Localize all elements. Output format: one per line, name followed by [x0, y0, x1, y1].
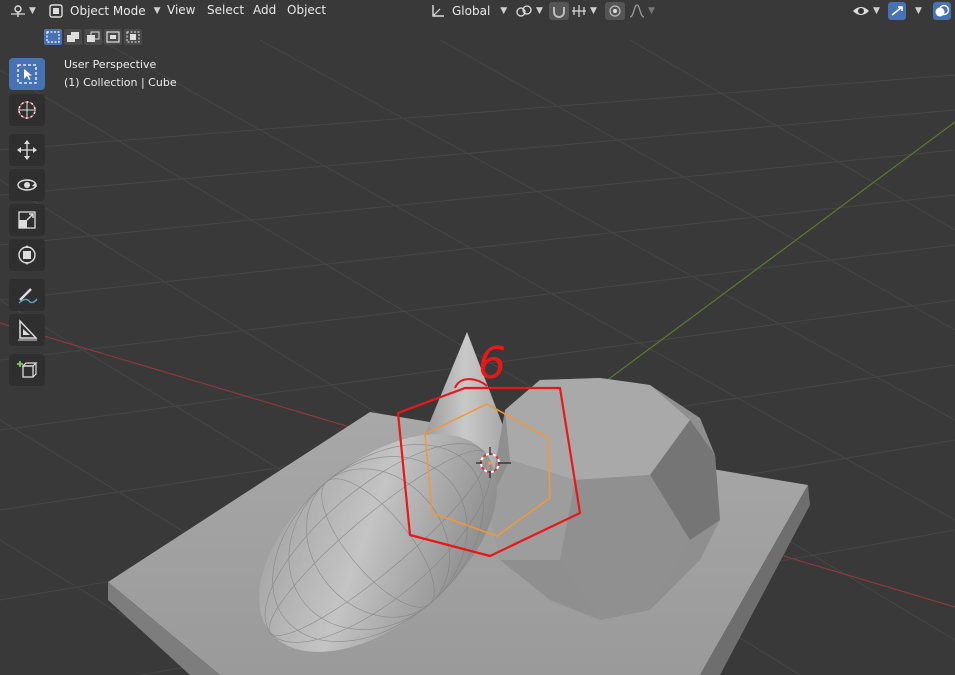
measure-icon: [18, 319, 38, 341]
orientation-axes-icon: [432, 5, 444, 17]
move-icon: [17, 140, 37, 160]
tool-scale[interactable]: [9, 204, 45, 236]
select-intersect-icon: [126, 31, 140, 43]
overlays-icon: [935, 4, 950, 17]
editor-type-button[interactable]: ▼: [10, 2, 36, 20]
orientation-label: Global: [452, 4, 491, 18]
gizmo-toggle[interactable]: [888, 2, 906, 20]
add-cube-icon: [17, 361, 38, 378]
select-invert-button[interactable]: [104, 29, 122, 45]
menu-add[interactable]: Add: [253, 3, 276, 17]
select-invert-icon: [106, 31, 120, 43]
object-mode-icon: [49, 4, 63, 18]
menu-object[interactable]: Object: [287, 3, 326, 17]
select-intersect-button[interactable]: [124, 29, 142, 45]
cursor-icon: [18, 101, 36, 119]
magnet-icon: [553, 7, 565, 18]
rotate-icon: [17, 179, 37, 191]
scale-icon: [18, 211, 36, 229]
3d-viewport[interactable]: 6: [0, 0, 955, 675]
perspective-label: User Perspective: [64, 58, 157, 71]
snap-increment-icon: [572, 5, 586, 17]
select-subtract-button[interactable]: [84, 29, 102, 45]
transform-icon: [18, 245, 36, 265]
chevron-down-icon: ▼: [648, 6, 655, 16]
mode-label: Object Mode: [70, 4, 146, 18]
tool-select-box[interactable]: [9, 58, 45, 90]
select-subtract-icon: [87, 31, 100, 42]
chevron-down-icon: ▼: [29, 6, 36, 16]
proportional-editing-toggle[interactable]: [605, 2, 625, 20]
tool-add-cube[interactable]: [9, 354, 45, 386]
chevron-down-icon: ▼: [873, 6, 880, 16]
select-new-button[interactable]: [44, 29, 62, 45]
viewport-header: ▼ Object Mode ▼ View Select Add Object G…: [0, 0, 955, 22]
annotate-icon: [18, 288, 38, 304]
select-new-icon: [46, 31, 60, 43]
menu-view[interactable]: View: [167, 3, 195, 17]
tool-move[interactable]: [9, 134, 45, 166]
tool-rotate[interactable]: [9, 169, 45, 201]
select-extend-icon: [67, 32, 79, 42]
chevron-down-icon: ▼: [590, 6, 597, 16]
select-box-icon: [17, 64, 37, 84]
menu-select[interactable]: Select: [207, 3, 244, 17]
eye-icon: [853, 7, 869, 15]
object-info-label: (1) Collection | Cube: [64, 76, 177, 89]
chevron-down-icon: ▼: [536, 6, 543, 16]
falloff-curve-icon: [629, 4, 645, 18]
pivot-point-dropdown[interactable]: ▼: [515, 2, 543, 20]
snap-toggle[interactable]: [549, 2, 569, 20]
3d-viewport-icon: [11, 5, 25, 17]
falloff-dropdown[interactable]: ▼: [629, 2, 655, 20]
tool-transform[interactable]: [9, 239, 45, 271]
chevron-down-icon: ▼: [500, 6, 508, 16]
snap-target-dropdown[interactable]: ▼: [571, 2, 597, 20]
gizmo-icon: [891, 6, 903, 16]
chevron-down-icon[interactable]: ▼: [915, 6, 922, 16]
proportional-edit-icon: [609, 5, 621, 17]
tool-measure[interactable]: [9, 314, 45, 346]
tool-annotate[interactable]: [9, 279, 45, 311]
selection-mode-group: [44, 29, 142, 47]
tool-cursor[interactable]: [9, 94, 45, 126]
pivot-icon: [516, 5, 532, 17]
chevron-down-icon: ▼: [153, 6, 161, 16]
mode-dropdown[interactable]: Object Mode ▼: [48, 2, 161, 20]
select-extend-button[interactable]: [64, 29, 82, 45]
transform-orientation-dropdown[interactable]: Global ▼: [430, 2, 507, 20]
annotation-number: 6: [478, 338, 506, 389]
visibility-dropdown[interactable]: ▼: [852, 2, 880, 20]
overlays-toggle[interactable]: [933, 2, 951, 20]
